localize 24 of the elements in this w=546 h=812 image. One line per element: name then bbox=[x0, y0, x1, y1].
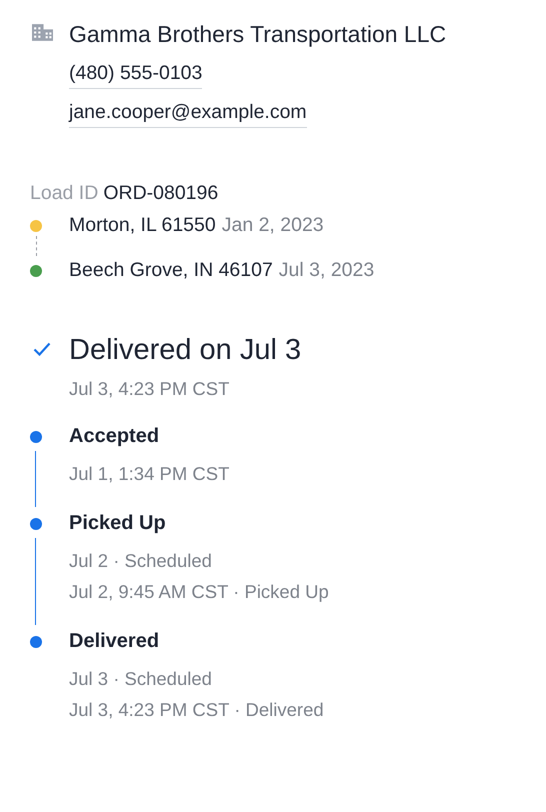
phone-link[interactable]: (480) 555-0103 bbox=[69, 60, 202, 89]
event-detail: Jul 3 · Scheduled bbox=[69, 667, 213, 691]
timeline-dot bbox=[30, 518, 42, 530]
event-title: Delivered bbox=[69, 629, 160, 654]
event-title: Picked Up bbox=[69, 511, 167, 536]
email-link[interactable]: jane.cooper@example.com bbox=[69, 99, 307, 128]
check-icon bbox=[33, 342, 51, 356]
status-title: Delivered on Jul 3 bbox=[69, 333, 302, 368]
event-detail: Jul 1, 1:34 PM CST bbox=[69, 462, 230, 486]
event-title: Accepted bbox=[69, 424, 160, 449]
event-detail: Jul 3, 4:23 PM CST · Delivered bbox=[69, 698, 324, 722]
timeline-dot bbox=[30, 431, 42, 443]
event-detail: Jul 2, 9:45 AM CST · Picked Up bbox=[69, 580, 329, 604]
building-icon bbox=[32, 24, 53, 41]
event-detail: Jul 2 · Scheduled bbox=[69, 549, 213, 573]
stop-date: Jan 2, 2023 bbox=[222, 213, 324, 238]
timeline-dot bbox=[30, 636, 42, 648]
status-time: Jul 3, 4:23 PM CST bbox=[69, 377, 230, 401]
stop-place: Morton, IL 61550 bbox=[69, 213, 216, 238]
stop-place: Beech Grove, IN 46107 bbox=[69, 258, 273, 283]
load-id: ORD-080196 bbox=[103, 182, 218, 204]
stop-date: Jul 3, 2023 bbox=[278, 258, 374, 283]
load-id-label: Load ID bbox=[30, 182, 98, 204]
company-name: Gamma Brothers Transportation LLC bbox=[69, 20, 446, 49]
